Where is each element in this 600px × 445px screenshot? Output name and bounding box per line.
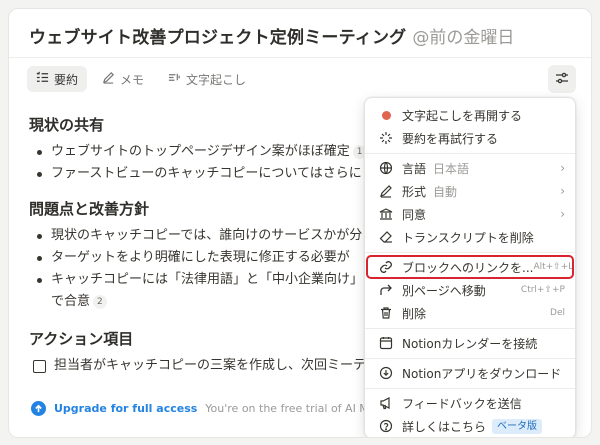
arrow-turn-icon [378,282,394,298]
menu-item-label: 別ページへ移動 [402,283,486,298]
menu-divider [365,252,575,253]
link-icon [378,259,394,275]
summary-icon [36,71,49,87]
menu-item-label: Notionカレンダーを接続 [402,336,538,351]
menu-item-retry-summary[interactable]: 要約を再試行する [369,127,571,149]
menu-item-label: Notionアプリをダウンロード [402,366,562,381]
download-icon [378,365,394,381]
menu-item-label: トランスクリプトを削除 [402,230,534,245]
arrow-up-icon [31,401,46,416]
beta-badge: ベータ版 [492,418,543,434]
menu-item-value: 日本語 [433,161,470,176]
tab-summary-label: 要約 [54,72,79,87]
sparkle-icon [378,130,394,146]
notion-calendar-icon [378,335,394,351]
menu-item-connect-calendar[interactable]: Notionカレンダーを接続 [369,332,571,354]
list-item-text: ウェブサイトのトップページデザイン案がほぼ確定 [51,144,350,159]
chevron-right-icon: › [560,161,565,175]
tab-summary[interactable]: 要約 [27,66,88,92]
tab-transcript[interactable]: 文字起こし [159,66,255,92]
todo-text[interactable]: 担当者がキャッチコピーの三案を作成し、次回ミーテ [54,355,366,377]
menu-item-learn-more[interactable]: 詳しくはこちら ベータ版 [369,415,571,437]
menu-item-label: ブロックへのリンクを... [402,260,534,275]
menu-item-label: 削除 [402,306,427,321]
list-item-text: ファーストビューのキャッチコピーについてはさらに [51,166,362,181]
upgrade-banner: Upgrade for full access You're on the fr… [31,401,415,416]
header-divider [9,57,591,58]
list-item-text: ターゲットをより明確にした表現に修正する必要が [51,250,350,265]
menu-item-value: 自動 [433,184,458,199]
menu-item-label: 同意 [402,207,427,222]
chevron-right-icon: › [560,207,565,221]
meeting-notes-card: ウェブサイト改善プロジェクト定例ミーティング @前の金曜日 要約 メモ 文字起こ… [8,8,592,438]
menu-item-label: 言語 [402,161,427,176]
menu-item-format[interactable]: 形式 自動 › [369,180,571,202]
menu-item-resume-transcription[interactable]: 文字起こしを再開する [369,104,571,126]
list-item-text-continued: で合意 [51,294,91,309]
menu-item-shortcut: Ctrl+⇧+P [520,285,565,295]
todo-checkbox[interactable] [33,359,46,373]
menu-item-move-to[interactable]: 別ページへ移動 Ctrl+⇧+P [369,279,571,301]
tab-memo[interactable]: メモ [93,66,153,92]
list-item-text: 現状のキャッチコピーでは、誰向けのサービスかが分 [51,228,363,243]
chevron-right-icon: › [560,184,565,198]
menu-item-copy-link[interactable]: ブロックへのリンクを... Alt+⇧+L [366,255,574,279]
transcript-icon [168,71,181,87]
menu-item-delete-transcript[interactable]: トランスクリプトを削除 [369,226,571,248]
menu-divider [365,388,575,389]
globe-icon [378,160,394,176]
menu-item-download-app[interactable]: Notionアプリをダウンロード [369,362,571,384]
menu-item-shortcut: Del [550,308,565,318]
tab-memo-label: メモ [120,72,145,87]
menu-divider [365,358,575,359]
menu-divider [365,153,575,154]
settings-button[interactable] [548,65,576,93]
menu-item-shortcut: Alt+⇧+L [533,262,574,272]
list-item-text: キャッチコピーには「法律用語」と「中小企業向け」 [51,272,364,287]
title-row: ウェブサイト改善プロジェクト定例ミーティング @前の金曜日 [29,23,514,48]
menu-item-label: 形式 [402,184,427,199]
view-tabs: 要約 メモ 文字起こし [27,66,255,92]
menu-item-label: 詳しくはこちら [402,419,487,434]
options-menu: 文字起こしを再開する 要約を再試行する 言語 日本語 › 形式 自動 › 同意 … [364,97,576,437]
tab-transcript-label: 文字起こし [186,72,247,87]
menu-item-label: 文字起こしを再開する [402,108,523,123]
menu-item-delete[interactable]: 削除 Del [369,302,571,324]
page-title[interactable]: ウェブサイト改善プロジェクト定例ミーティング [29,23,406,48]
pen-icon [378,183,394,199]
sliders-icon [555,70,569,89]
eraser-icon [378,229,394,245]
menu-item-consent[interactable]: 同意 › [369,203,571,225]
record-dot-icon [378,107,394,123]
megaphone-icon [378,395,394,411]
menu-divider [365,328,575,329]
bank-icon [378,206,394,222]
upgrade-link[interactable]: Upgrade for full access [54,402,197,415]
trash-icon [378,305,394,321]
help-circle-icon [378,418,394,434]
menu-item-label: フィードバックを送信 [402,396,522,411]
menu-item-send-feedback[interactable]: フィードバックを送信 [369,392,571,414]
pen-icon [102,71,115,87]
menu-item-label: 要約を再試行する [402,131,499,146]
meeting-date-mention[interactable]: @前の金曜日 [412,23,514,48]
citation-badge[interactable]: 2 [93,295,107,309]
menu-item-language[interactable]: 言語 日本語 › [369,157,571,179]
